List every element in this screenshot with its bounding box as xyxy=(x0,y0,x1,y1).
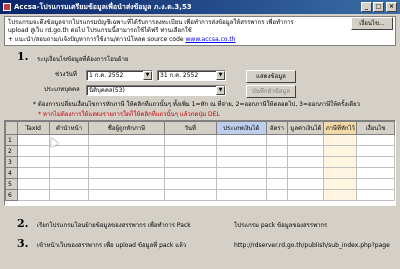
settings-button[interactable]: เงื่อนไข... xyxy=(351,17,393,30)
column-header[interactable]: ประเภทเงินได้ xyxy=(215,121,267,135)
table-row[interactable]: 1 xyxy=(5,134,395,146)
title-bar[interactable]: Accsa-โปรแกรมเตรียมข้อมูลเพื่อนำส่งข้อมู… xyxy=(0,0,400,14)
window-title: Accsa-โปรแกรมเตรียมข้อมูลเพื่อนำส่งข้อมู… xyxy=(14,3,192,11)
data-grid[interactable]: TaxId คำนำหน้า ชื่อผู้ถูกหักภาษี วันที่ … xyxy=(4,120,396,206)
table-row[interactable]: 6 xyxy=(5,189,395,201)
date-from-field[interactable]: 1 ก.ค. 2552 ▼ xyxy=(86,70,153,81)
app-window: Accsa-โปรแกรมเตรียมข้อมูลเพื่อนำส่งข้อมู… xyxy=(0,0,400,269)
column-header[interactable]: TaxId xyxy=(16,121,50,135)
step-1-heading: ระบุเงื่อนไขข้อมูลที่ต้องการโอนย้าย xyxy=(37,56,129,63)
note-condition: * ต้องการเปลี่ยนเงื่อนไขการหักภาษี ให้คล… xyxy=(33,101,361,108)
table-row[interactable]: 5 xyxy=(5,178,395,190)
column-header[interactable]: วันที่ xyxy=(163,121,217,135)
date-to-value: 31 ก.ค. 2552 xyxy=(160,72,199,79)
minimize-button[interactable]: _ xyxy=(361,2,372,12)
close-button[interactable]: × xyxy=(386,2,397,12)
step-3-link[interactable]: เข้าหน้าเว็บของสรรพากร เพื่อ upload ข้อม… xyxy=(37,242,186,250)
app-icon xyxy=(3,3,11,11)
table-row[interactable]: 3 xyxy=(5,156,395,168)
table-row[interactable]: 2 xyxy=(5,145,395,157)
column-header[interactable]: อัตรา xyxy=(265,121,289,135)
date-to-field[interactable]: 31 ก.ค. 2552 ▼ xyxy=(157,70,226,81)
rd-server-url[interactable]: http://rdserver.rd.go.th/publish/sub_ind… xyxy=(234,242,400,250)
grid-corner xyxy=(5,121,18,135)
note-delete: * หากไม่ต้องการให้แสดงรายการใดก็ให้คลิกท… xyxy=(38,111,220,118)
date-from-value: 1 ก.ค. 2552 xyxy=(89,72,124,79)
grid-header-row: TaxId คำนำหน้า ชื่อผู้ถูกหักภาษี วันที่ … xyxy=(5,121,395,135)
info-line-3-text: + แนะนำ/สอบถาม/แจ้งปัญหาการใช้งาน/ดาวน์โ… xyxy=(8,36,184,43)
info-line-3: + แนะนำ/สอบถาม/แจ้งปัญหาการใช้งาน/ดาวน์โ… xyxy=(8,36,236,43)
info-panel: โปรแกรมจะดึงข้อมูลจากโปรแกรมบัญชีเฉพาะที… xyxy=(4,16,396,46)
info-line-2: upload สู่เว็บ rd.go.th ต่อไป โปรแกรมนี้… xyxy=(8,27,192,34)
table-row[interactable]: 4 xyxy=(5,167,395,179)
info-line-1: โปรแกรมจะดึงข้อมูลจากโปรแกรมบัญชีเฉพาะที… xyxy=(8,19,294,26)
row-number: 5 xyxy=(5,178,18,190)
person-type-label: ประเภทบุคคล xyxy=(44,86,80,93)
person-type-select[interactable]: นิติบุคคล(53) ▼ xyxy=(86,85,226,96)
column-header[interactable]: เงื่อนไข xyxy=(356,121,395,135)
column-header[interactable]: ภาษีที่หักไว้ xyxy=(323,121,358,135)
chevron-down-icon[interactable]: ▼ xyxy=(216,71,225,80)
chevron-down-icon[interactable]: ▼ xyxy=(216,86,225,95)
row-number: 3 xyxy=(5,156,18,168)
step-2-link[interactable]: เรียกโปรแกรมโอนย้ายข้อมูลของสรรพากร เพื่… xyxy=(37,222,191,230)
maximize-button[interactable]: □ xyxy=(373,2,384,12)
column-header[interactable]: มูลค่าเงินได้ xyxy=(287,121,325,135)
step-3-number: 3. xyxy=(17,237,29,250)
show-data-button[interactable]: แสดงข้อมูล xyxy=(246,70,296,83)
row-number: 2 xyxy=(5,145,18,157)
save-data-button[interactable]: บันทึกตัวข้อมูล xyxy=(246,85,296,98)
column-header[interactable]: คำนำหน้า xyxy=(48,121,90,135)
chevron-down-icon[interactable]: ▼ xyxy=(143,71,152,80)
row-number: 6 xyxy=(5,189,18,201)
step-1-number: 1. xyxy=(17,50,29,63)
column-header[interactable]: ชื่อผู้ถูกหักภาษี xyxy=(88,121,165,135)
person-type-value: นิติบุคคล(53) xyxy=(89,87,125,94)
step-2-description: โปรแกรม pack ข้อมูลของสรรพากร xyxy=(234,222,328,229)
step-2-number: 2. xyxy=(17,217,29,230)
data-table: TaxId คำนำหน้า ชื่อผู้ถูกหักภาษี วันที่ … xyxy=(5,121,395,201)
row-number: 1 xyxy=(5,134,18,146)
period-label: ช่วงวันที่ xyxy=(55,71,77,78)
row-number: 4 xyxy=(5,167,18,179)
website-link[interactable]: www.accsa.co.th xyxy=(186,36,236,43)
